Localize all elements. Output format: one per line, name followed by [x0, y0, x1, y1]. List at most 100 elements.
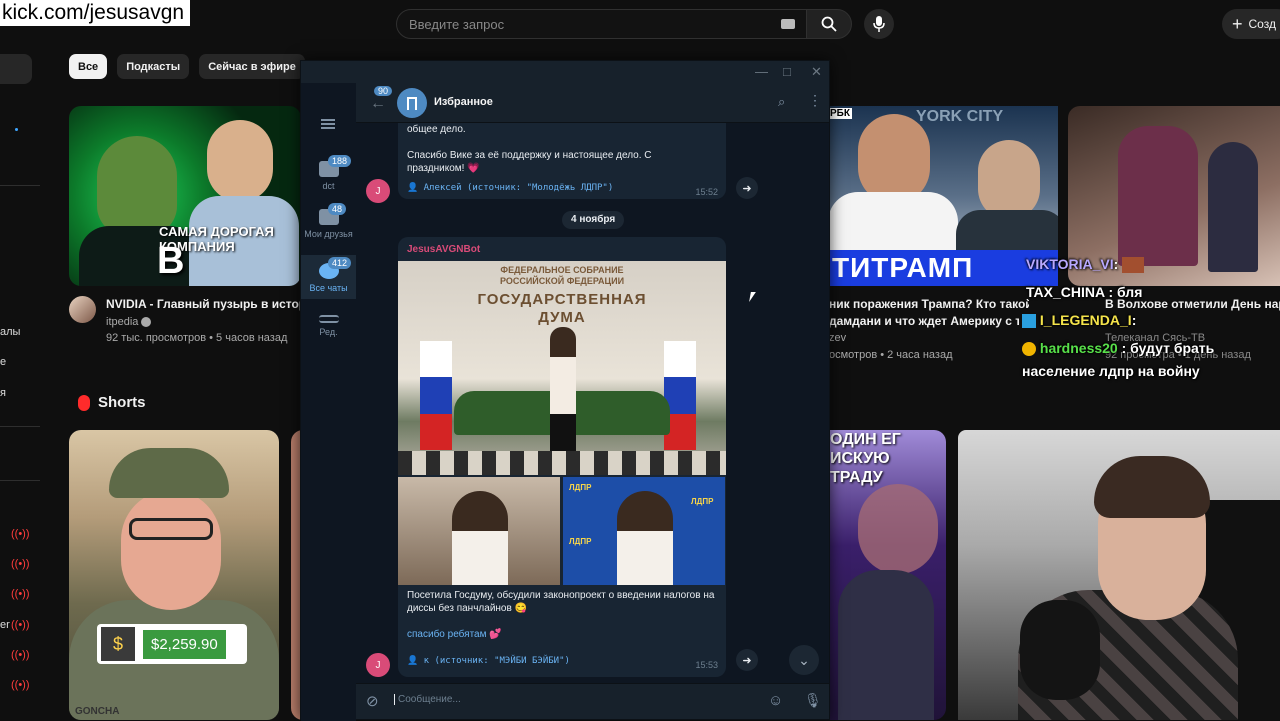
short-person: [858, 484, 938, 574]
maximize-icon[interactable]: □: [783, 64, 791, 79]
search-icon[interactable]: ⌕: [778, 94, 785, 110]
create-button[interactable]: + Созд: [1222, 9, 1280, 39]
settings-sliders-icon: [318, 315, 339, 323]
channel-name[interactable]: itpedia: [106, 316, 152, 328]
chat-message: население лдпр на войну: [1022, 363, 1200, 379]
unread-badge: 48: [328, 203, 347, 215]
search-placeholder: Введите запрос: [409, 16, 505, 32]
thumbnail-person: [1118, 126, 1198, 266]
photo-logo-text: ЛДПР: [569, 537, 592, 546]
sidebar-item-4[interactable]: er: [0, 619, 10, 631]
sidebar-item-2[interactable]: е: [0, 356, 6, 368]
message-list[interactable]: общее дело. Спасибо Вике за её поддержку…: [356, 123, 829, 683]
verified-icon: [141, 317, 152, 328]
chat-message: TAX_CHINA : бля: [1026, 284, 1142, 300]
live-icon[interactable]: ((•)): [11, 619, 30, 631]
folder-edit[interactable]: Ред.: [301, 315, 356, 337]
message-input[interactable]: Сообщение...: [394, 694, 461, 705]
chip-podcasts[interactable]: Подкасты: [117, 54, 190, 79]
sender-avatar[interactable]: J: [366, 179, 390, 203]
flag-icon: [664, 341, 696, 451]
keyboard-icon[interactable]: [781, 19, 795, 29]
flag-icon: [420, 341, 452, 451]
channel-name[interactable]: zev: [829, 332, 846, 344]
sidebar-divider: [0, 185, 40, 186]
chip-live[interactable]: Сейчас в эфире: [199, 54, 305, 79]
chat-username: hardness20: [1039, 340, 1118, 356]
message-photo[interactable]: ФЕДЕРАЛЬНОЕ СОБРАНИЕ РОССИЙСКОЙ ФЕДЕРАЦИИ…: [398, 261, 726, 475]
thumbnail-person: [858, 114, 930, 204]
live-icon[interactable]: ((•)): [11, 558, 30, 570]
video-thumbnail[interactable]: РБК YORK CITY ТИТРАМП: [828, 106, 1058, 286]
short-person: [838, 570, 934, 720]
voice-search-button[interactable]: [864, 9, 894, 39]
search-input[interactable]: Введите запрос: [396, 9, 808, 39]
short-video[interactable]: $ $2,259.90 GONCHA: [69, 430, 279, 720]
video-thumbnail[interactable]: САМАЯ ДОРОГАЯ КОМПАНИЯ В ИСТОРИИ: [69, 106, 301, 286]
video-title-line[interactable]: ник поражения Трампа? Кто такой: [829, 297, 1029, 311]
share-icon[interactable]: ➜: [736, 177, 758, 199]
sidebar: алы е я ((•)) ((•)) ((•)) er ((•)) ((•))…: [0, 54, 40, 720]
emoji-icon[interactable]: ☺: [768, 692, 783, 709]
thumbnail-person: [97, 136, 177, 236]
back-arrow-icon[interactable]: ←: [370, 95, 386, 113]
more-options-icon[interactable]: ⋮: [808, 92, 822, 109]
shorts-icon: [78, 394, 90, 411]
forward-source[interactable]: 👤 к (источник: "МЭЙБИ БЭЙБИ"): [407, 656, 570, 666]
forward-source[interactable]: 👤 Алексей (источник: "Молодёжь ЛДПР"): [407, 183, 613, 193]
folder-label: Мои друзья: [304, 229, 353, 239]
folder-dct[interactable]: 188 dct: [301, 155, 356, 191]
sender-avatar[interactable]: J: [366, 653, 390, 677]
minimize-icon[interactable]: —: [755, 64, 768, 79]
message-photo[interactable]: ЛДПР ЛДПР ЛДПР: [563, 477, 725, 585]
chat-text: :: [1131, 312, 1137, 328]
message-photo[interactable]: [398, 477, 560, 585]
channel-avatar[interactable]: [69, 296, 96, 323]
message-bubble[interactable]: JesusAVGNBot ФЕДЕРАЛЬНОЕ СОБРАНИЕ РОССИЙС…: [398, 237, 726, 677]
attach-icon[interactable]: ⊘: [366, 692, 379, 710]
message-text: Спасибо Вике за её поддержку и настоящее…: [407, 150, 652, 174]
share-icon[interactable]: ➜: [736, 649, 758, 671]
chat-title[interactable]: Избранное: [434, 96, 493, 108]
money-amount: $2,259.90: [143, 629, 226, 659]
chat-message: VIKTORIA_VI:: [1026, 256, 1145, 274]
streamer-webcam: [958, 430, 1280, 720]
sender-name[interactable]: JesusAVGNBot: [407, 244, 480, 255]
badge-icon: [1022, 314, 1036, 329]
plus-icon: +: [1232, 14, 1243, 34]
folder-friends[interactable]: 48 Мои друзья: [301, 203, 356, 239]
video-title[interactable]: NVIDIA - Главный пузырь в истори: [106, 297, 302, 311]
short-person-glasses: [129, 518, 213, 540]
back-unread-count: 90: [374, 86, 393, 96]
live-icon[interactable]: ((•)): [11, 649, 30, 661]
close-icon[interactable]: ✕: [811, 64, 822, 80]
photo-logo-text: ЛДПР: [691, 497, 714, 506]
scroll-down-button[interactable]: ⌄: [789, 645, 819, 675]
photo-text: ФЕДЕРАЛЬНОЕ СОБРАНИЕ РОССИЙСКОЙ ФЕДЕРАЦИИ: [499, 265, 625, 286]
live-icon[interactable]: ((•)): [11, 679, 30, 691]
folder-all-chats[interactable]: 412 Все чаты: [301, 255, 356, 299]
video-title-line[interactable]: дамдани и что ждет Америку с так: [829, 314, 1019, 328]
sidebar-item-channels[interactable]: алы: [0, 326, 20, 338]
sidebar-item-3[interactable]: я: [0, 387, 6, 399]
message-bubble[interactable]: общее дело. Спасибо Вике за её поддержку…: [398, 123, 726, 199]
live-icon[interactable]: ((•)): [11, 528, 30, 540]
live-icon[interactable]: ((•)): [11, 588, 30, 600]
thumbnail-text: YORK CITY: [916, 108, 1004, 125]
message-text: Посетила Госдуму, обсудили законопроект …: [407, 590, 715, 614]
photo-floor: [398, 451, 726, 475]
menu-icon[interactable]: [321, 119, 335, 129]
chat-text: : бля: [1108, 284, 1143, 300]
short-person-cap: [109, 448, 229, 498]
short-video[interactable]: ОДИН ЕГ ИСКУЮ ТРАДУ: [828, 430, 946, 720]
thumbnail-logo: РБК: [828, 108, 852, 119]
chat-message: I_LEGENDA_I:: [1022, 312, 1137, 329]
chip-all[interactable]: Все: [69, 54, 108, 79]
voice-message-icon[interactable]: 🎙: [804, 692, 822, 709]
unread-badge: 412: [328, 257, 352, 269]
sidebar-item-home[interactable]: [0, 54, 32, 84]
saved-messages-avatar[interactable]: [397, 88, 427, 118]
thumbnail-person: [1208, 142, 1258, 272]
search-button[interactable]: [806, 9, 852, 39]
video-meta: осмотров • 2 часа назад: [829, 349, 953, 361]
